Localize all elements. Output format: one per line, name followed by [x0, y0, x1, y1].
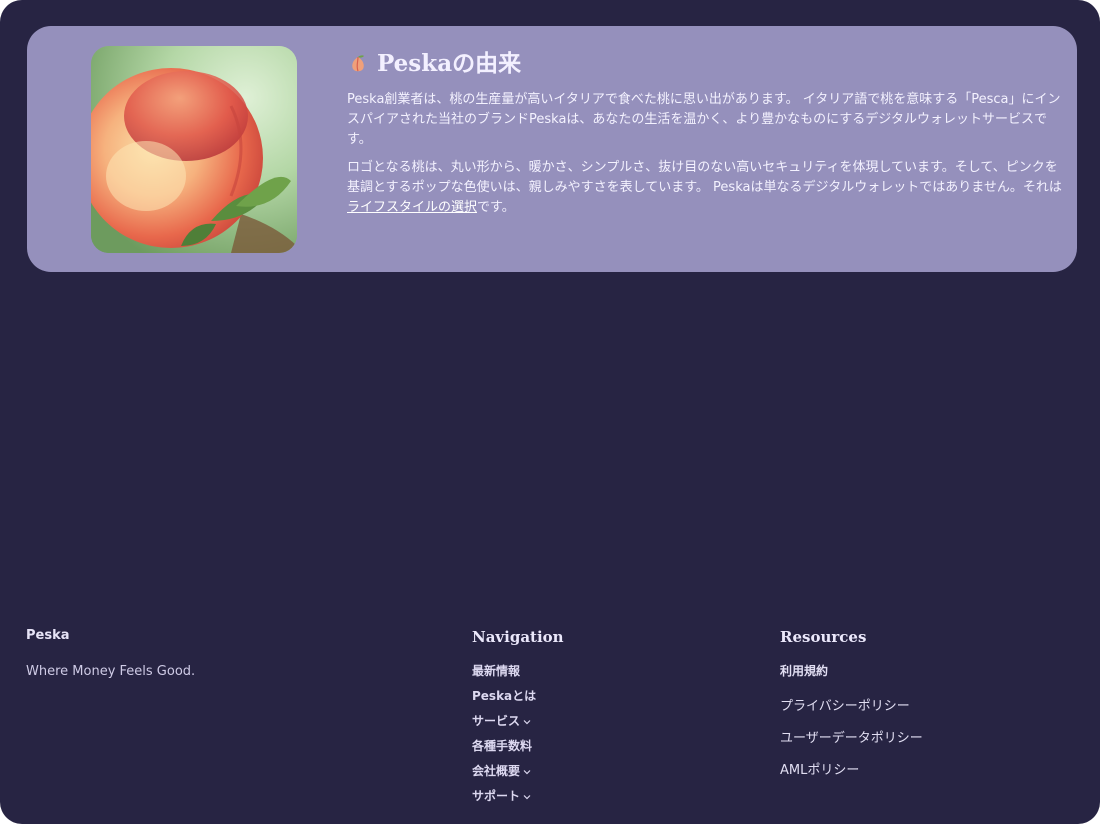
navigation-heading: Navigation — [472, 628, 564, 646]
peach-icon — [352, 55, 364, 72]
origin-card: Peskaの由来 Peska創業者は、桃の生産量が高いイタリアで食べた桃に思い出… — [27, 26, 1077, 272]
nav-item-label: サービス — [472, 714, 521, 728]
nav-item-label: サポート — [472, 789, 521, 803]
origin-paragraph-2-start: ロゴとなる桃は、丸い形から、暖かさ、シンプルさ、抜け目のない高いセキュリティを体… — [347, 160, 1062, 195]
nav-item-support[interactable]: サポート — [472, 783, 564, 808]
aml-policy-link[interactable]: AMLポリシー — [780, 752, 923, 784]
user-data-policy-link[interactable]: ユーザーデータポリシー — [780, 720, 923, 752]
nav-item-label: Peskaとは — [472, 689, 537, 703]
lifestyle-choice-link[interactable]: ライフスタイルの選択 — [347, 200, 477, 215]
origin-paragraph-2: ロゴとなる桃は、丸い形から、暖かさ、シンプルさ、抜け目のない高いセキュリティを体… — [347, 158, 1065, 218]
page-frame: Peskaの由来 Peska創業者は、桃の生産量が高いイタリアで食べた桃に思い出… — [0, 0, 1100, 824]
origin-title: Peskaの由来 — [347, 48, 1065, 80]
footer-resources: Resources 利用規約 プライバシーポリシー ユーザーデータポリシー AM… — [780, 626, 923, 784]
origin-text: Peskaの由来 Peska創業者は、桃の生産量が高いイタリアで食べた桃に思い出… — [347, 48, 1065, 226]
origin-paragraph-1: Peska創業者は、桃の生産量が高いイタリアで食べた桃に思い出があります。 イタ… — [347, 92, 1061, 147]
origin-title-text: Peskaの由来 — [377, 50, 522, 77]
peach-photo — [91, 46, 297, 253]
chevron-down-icon — [523, 769, 531, 774]
origin-paragraph-2-end: です。 — [477, 200, 515, 215]
chevron-down-icon — [523, 794, 531, 799]
nav-item-services[interactable]: サービス — [472, 708, 564, 733]
nav-item-label: 各種手数料 — [472, 739, 533, 753]
nav-item-label: 最新情報 — [472, 664, 521, 678]
nav-item-company[interactable]: 会社概要 — [472, 758, 564, 783]
resources-heading: Resources — [780, 628, 867, 646]
nav-item-about-peska[interactable]: Peskaとは — [472, 683, 564, 708]
nav-item-fees[interactable]: 各種手数料 — [472, 733, 564, 758]
nav-item-news[interactable]: 最新情報 — [472, 658, 564, 683]
footer-tagline: Where Money Feels Good. — [26, 664, 196, 679]
terms-link[interactable]: 利用規約 — [780, 658, 923, 683]
footer-brand: Peska — [26, 628, 70, 643]
nav-item-label: 会社概要 — [472, 764, 521, 778]
privacy-policy-link[interactable]: プライバシーポリシー — [780, 688, 923, 720]
chevron-down-icon — [523, 719, 531, 724]
footer-navigation: Navigation 最新情報 Peskaとは サービス 各種手数料 会社概要 … — [472, 626, 564, 808]
